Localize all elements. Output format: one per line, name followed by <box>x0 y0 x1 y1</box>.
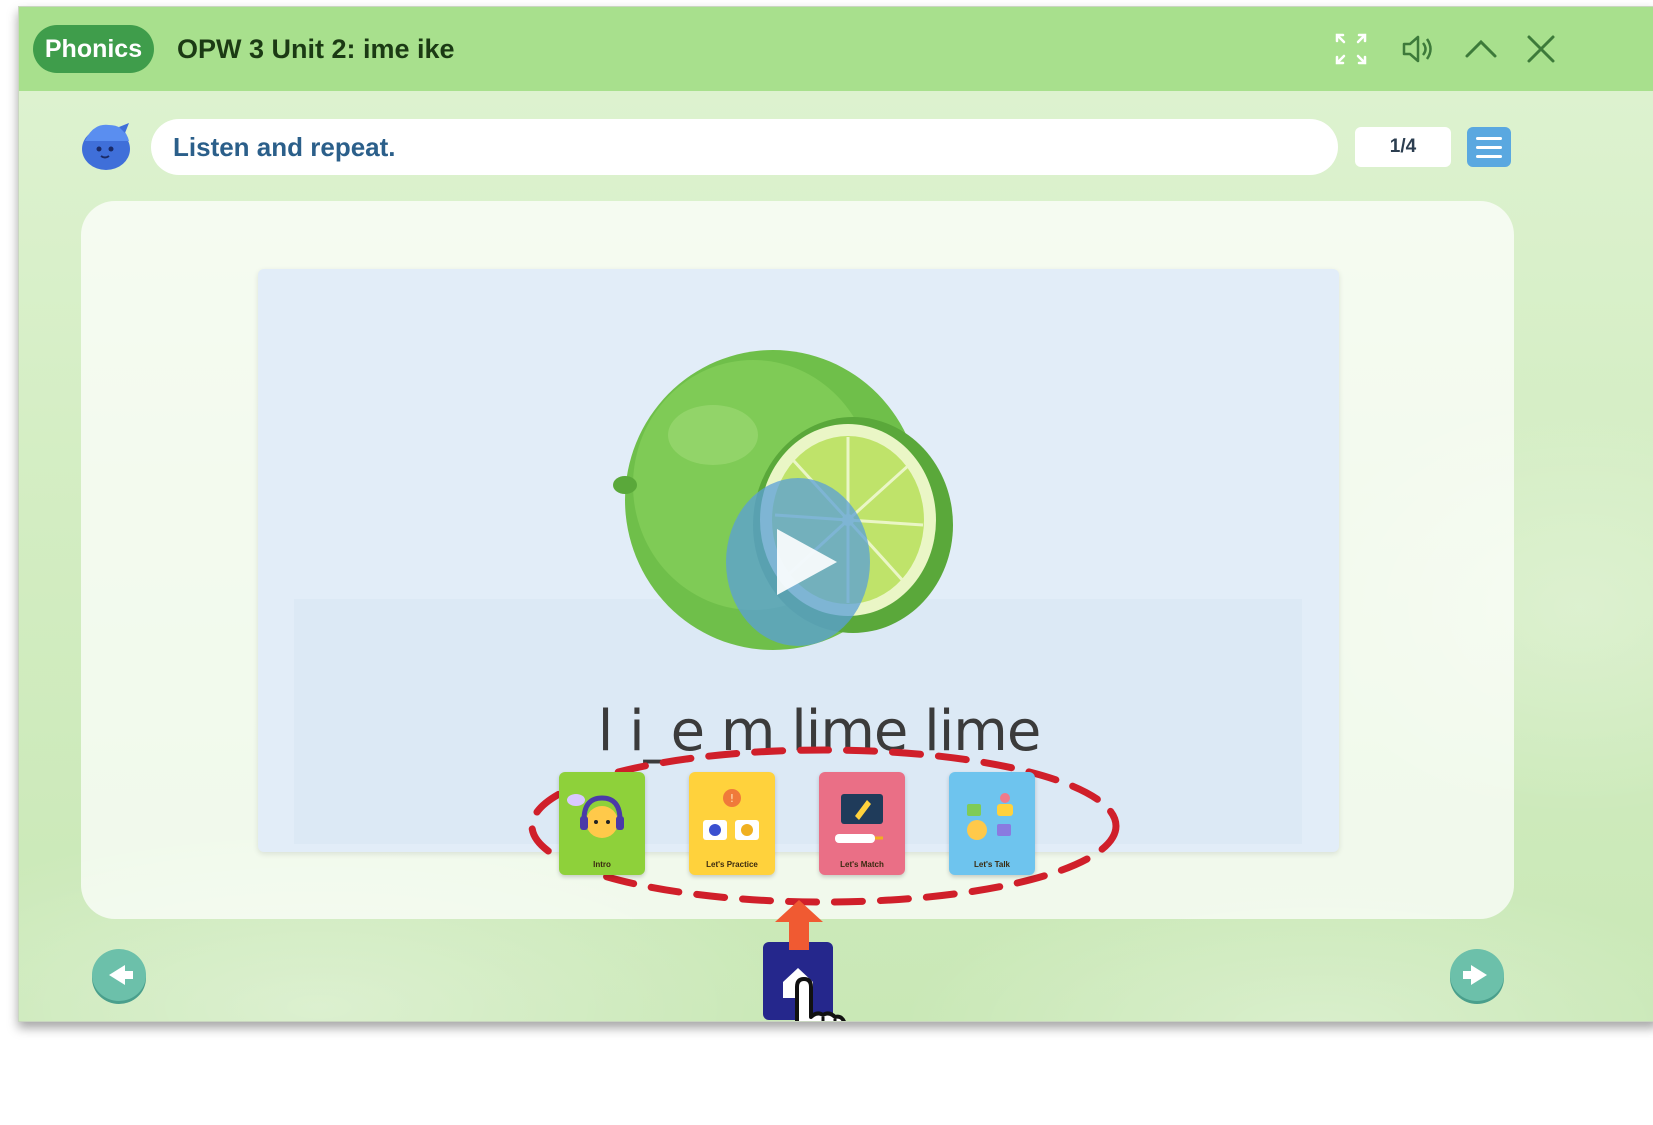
activity-practice[interactable]: ! Let's Practice <box>689 772 775 875</box>
title-bar: Phonics OPW 3 Unit 2: ime ike <box>19 7 1653 91</box>
talk-icon <box>967 793 1013 840</box>
subject-badge: Phonics <box>33 25 154 73</box>
close-icon[interactable] <box>1519 27 1563 71</box>
next-button[interactable] <box>1449 947 1505 1005</box>
menu-button[interactable] <box>1467 127 1511 167</box>
instruction-text: Listen and repeat. <box>151 119 1338 175</box>
menu-line <box>1476 136 1502 140</box>
page-counter: 1/4 <box>1355 127 1451 167</box>
play-button[interactable] <box>725 477 871 647</box>
lesson-title: OPW 3 Unit 2: ime ike <box>177 34 455 64</box>
activity-label: Let's Practice <box>706 860 758 869</box>
speaker-icon[interactable] <box>1395 27 1439 71</box>
headphones-cat-icon <box>567 794 624 838</box>
match-icon <box>835 794 883 843</box>
instruction-row: Listen and repeat. 1/4 <box>79 115 1529 177</box>
svg-text:!: ! <box>730 792 734 805</box>
activity-intro[interactable]: Intro <box>559 772 645 875</box>
menu-line <box>1476 145 1502 149</box>
app-window: Phonics OPW 3 Unit 2: ime ike Listen and… <box>18 6 1653 1022</box>
fullscreen-icon[interactable] <box>1329 27 1373 71</box>
activity-label: Let's Match <box>840 860 884 869</box>
hand-pointer-icon <box>795 977 846 1021</box>
chevron-up-icon[interactable] <box>1459 27 1503 71</box>
up-arrow-indicator <box>775 900 823 950</box>
activity-match[interactable]: Let's Match <box>819 772 905 875</box>
menu-line <box>1476 154 1502 158</box>
mascot-icon <box>82 123 130 170</box>
practice-icon: ! <box>703 789 759 840</box>
activity-label: Let's Talk <box>974 860 1010 869</box>
activity-label: Intro <box>593 860 611 869</box>
activity-talk[interactable]: Let's Talk <box>949 772 1035 875</box>
prev-button[interactable] <box>91 947 147 1005</box>
